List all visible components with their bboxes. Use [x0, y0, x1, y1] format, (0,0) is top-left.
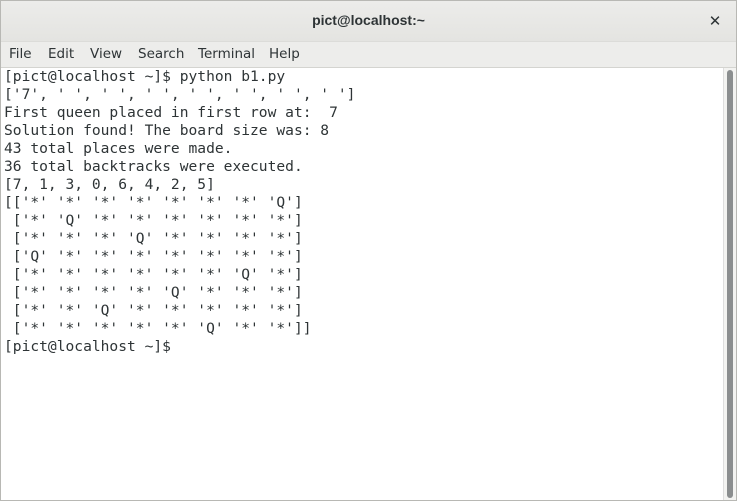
terminal-output[interactable]: [pict@localhost ~]$ python b1.py ['7', '…	[1, 68, 723, 500]
terminal-prompt: [pict@localhost ~]$	[4, 338, 171, 355]
board-row: ['*' 'Q' '*' '*' '*' '*' '*' '*']	[4, 212, 303, 229]
board-row: ['*' '*' '*' '*' 'Q' '*' '*' '*']	[4, 284, 303, 301]
menu-view[interactable]: View	[90, 46, 122, 62]
board-row: [['*' '*' '*' '*' '*' '*' '*' 'Q']	[4, 194, 303, 211]
terminal-line: [7, 1, 3, 0, 6, 4, 2, 5]	[4, 176, 215, 193]
scrollbar-thumb[interactable]	[727, 70, 733, 498]
terminal-line: First queen placed in first row at: 7	[4, 104, 338, 121]
menu-edit[interactable]: Edit	[48, 46, 74, 62]
terminal-window: pict@localhost:~ ✕ File Edit View Search…	[0, 0, 737, 501]
board-row: ['*' '*' '*' 'Q' '*' '*' '*' '*']	[4, 230, 303, 247]
window-title: pict@localhost:~	[312, 12, 425, 28]
board-row: ['*' '*' 'Q' '*' '*' '*' '*' '*']	[4, 302, 303, 319]
vertical-scrollbar[interactable]	[723, 68, 736, 500]
title-bar[interactable]: pict@localhost:~ ✕	[1, 1, 736, 42]
terminal-line: Solution found! The board size was: 8	[4, 122, 330, 139]
board-row: ['Q' '*' '*' '*' '*' '*' '*' '*']	[4, 248, 303, 265]
menu-search[interactable]: Search	[138, 46, 184, 62]
board-row: ['*' '*' '*' '*' '*' '*' 'Q' '*']	[4, 266, 303, 283]
terminal-line: ['7', ' ', ' ', ' ', ' ', ' ', ' ', ' ']	[4, 86, 356, 103]
terminal-line-command: [pict@localhost ~]$ python b1.py	[4, 68, 286, 85]
menu-file[interactable]: File	[9, 46, 32, 62]
board-row: ['*' '*' '*' '*' '*' 'Q' '*' '*']]	[4, 320, 312, 337]
menu-terminal[interactable]: Terminal	[198, 46, 255, 62]
terminal-line: 43 total places were made.	[4, 140, 233, 157]
terminal-line: 36 total backtracks were executed.	[4, 158, 303, 175]
menu-help[interactable]: Help	[269, 46, 300, 62]
close-icon[interactable]: ✕	[704, 10, 726, 32]
menu-bar: File Edit View Search Terminal Help	[1, 42, 736, 68]
